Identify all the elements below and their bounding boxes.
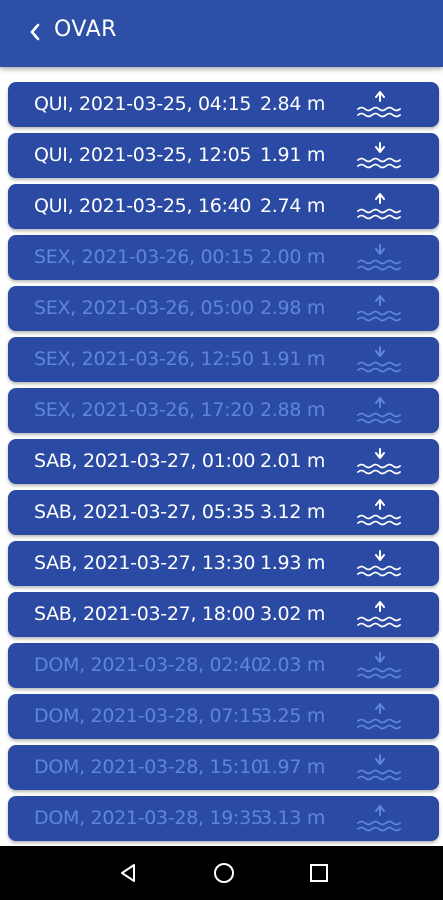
app-bar: OVAR — [0, 0, 443, 67]
low-tide-icon — [355, 140, 405, 172]
low-tide-icon — [355, 446, 405, 478]
tide-datetime: SEX, 2021-03-26, 05:00 — [34, 297, 254, 319]
tide-datetime: SAB, 2021-03-27, 18:00 — [34, 603, 256, 625]
low-tide-icon — [355, 344, 405, 376]
low-tide-icon — [355, 242, 405, 274]
low-tide-icon — [355, 752, 405, 784]
chevron-left-icon — [30, 23, 40, 41]
tide-datetime: QUI, 2021-03-25, 12:05 — [34, 144, 252, 166]
tide-datetime: SAB, 2021-03-27, 13:30 — [34, 552, 256, 574]
tide-height: 1.97 m — [260, 756, 326, 778]
tide-height: 2.01 m — [260, 450, 326, 472]
circle-home-icon — [214, 863, 234, 883]
triangle-back-icon — [121, 864, 135, 882]
tide-row[interactable]: SAB, 2021-03-27, 18:00 3.02 m — [8, 592, 439, 637]
tide-row[interactable]: SAB, 2021-03-27, 05:35 3.12 m — [8, 490, 439, 535]
tide-height: 2.03 m — [260, 654, 326, 676]
tide-row[interactable]: SEX, 2021-03-26, 17:20 2.88 m — [8, 388, 439, 433]
tide-datetime: SAB, 2021-03-27, 01:00 — [34, 450, 256, 472]
tide-height: 3.02 m — [260, 603, 326, 625]
tide-row[interactable]: SEX, 2021-03-26, 00:15 2.00 m — [8, 235, 439, 280]
tide-height: 3.12 m — [260, 501, 326, 523]
tide-row[interactable]: SEX, 2021-03-26, 12:50 1.91 m — [8, 337, 439, 382]
back-button[interactable] — [24, 19, 46, 45]
tide-row[interactable]: SEX, 2021-03-26, 05:00 2.98 m — [8, 286, 439, 331]
high-tide-icon — [355, 599, 405, 631]
tide-datetime: QUI, 2021-03-25, 04:15 — [34, 93, 252, 115]
tide-datetime: SAB, 2021-03-27, 05:35 — [34, 501, 256, 523]
tide-height: 1.91 m — [260, 144, 326, 166]
tide-height: 3.13 m — [260, 807, 326, 829]
nav-recents-button[interactable] — [304, 858, 334, 888]
tide-row[interactable]: DOM, 2021-03-28, 07:15 3.25 m — [8, 694, 439, 739]
high-tide-icon — [355, 497, 405, 529]
system-nav-bar — [0, 846, 443, 900]
tide-datetime: SEX, 2021-03-26, 00:15 — [34, 246, 254, 268]
tide-row[interactable]: SAB, 2021-03-27, 01:00 2.01 m — [8, 439, 439, 484]
tide-height: 1.93 m — [260, 552, 326, 574]
page-title: OVAR — [54, 17, 117, 42]
high-tide-icon — [355, 803, 405, 835]
high-tide-icon — [355, 89, 405, 121]
tide-row[interactable]: QUI, 2021-03-25, 12:05 1.91 m — [8, 133, 439, 178]
tide-datetime: QUI, 2021-03-25, 16:40 — [34, 195, 252, 217]
tide-height: 2.84 m — [260, 93, 326, 115]
tide-datetime: DOM, 2021-03-28, 19:35 — [34, 807, 263, 829]
tide-height: 2.74 m — [260, 195, 326, 217]
tide-height: 3.25 m — [260, 705, 326, 727]
tide-height: 2.00 m — [260, 246, 326, 268]
tide-list[interactable]: QUI, 2021-03-25, 04:15 2.84 m QUI, 2021-03… — [0, 67, 443, 846]
nav-back-button[interactable] — [113, 858, 143, 888]
square-recents-icon — [310, 864, 328, 882]
tide-row[interactable]: DOM, 2021-03-28, 15:10 1.97 m — [8, 745, 439, 790]
tide-row[interactable]: QUI, 2021-03-25, 04:15 2.84 m — [8, 82, 439, 127]
tide-datetime: SEX, 2021-03-26, 17:20 — [34, 399, 254, 421]
low-tide-icon — [355, 548, 405, 580]
high-tide-icon — [355, 293, 405, 325]
tide-datetime: DOM, 2021-03-28, 07:15 — [34, 705, 263, 727]
tide-row[interactable]: QUI, 2021-03-25, 16:40 2.74 m — [8, 184, 439, 229]
tide-row[interactable]: SAB, 2021-03-27, 13:30 1.93 m — [8, 541, 439, 586]
low-tide-icon — [355, 650, 405, 682]
tide-height: 2.88 m — [260, 399, 326, 421]
tide-height: 1.91 m — [260, 348, 326, 370]
tide-height: 2.98 m — [260, 297, 326, 319]
tide-row[interactable]: DOM, 2021-03-28, 19:35 3.13 m — [8, 796, 439, 841]
tide-datetime: DOM, 2021-03-28, 15:10 — [34, 756, 263, 778]
tide-datetime: SEX, 2021-03-26, 12:50 — [34, 348, 254, 370]
high-tide-icon — [355, 701, 405, 733]
high-tide-icon — [355, 191, 405, 223]
high-tide-icon — [355, 395, 405, 427]
nav-home-button[interactable] — [209, 858, 239, 888]
tide-datetime: DOM, 2021-03-28, 02:40 — [34, 654, 263, 676]
tide-row[interactable]: DOM, 2021-03-28, 02:40 2.03 m — [8, 643, 439, 688]
